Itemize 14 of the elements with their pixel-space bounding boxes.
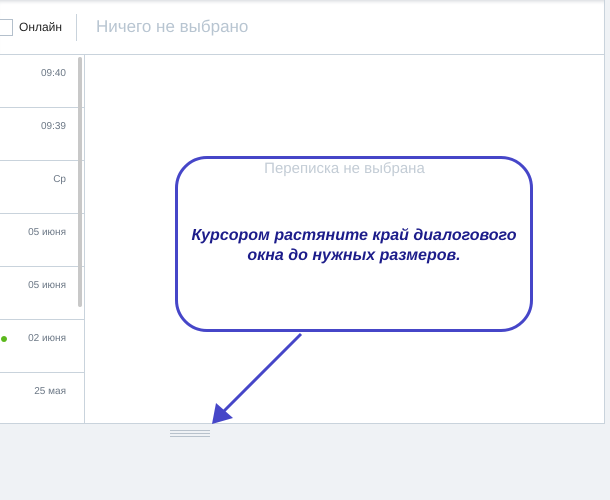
empty-state-text: Переписка не выбрана (264, 160, 425, 178)
scrollbar[interactable] (78, 57, 82, 307)
conversation-time: 09:39 (40, 121, 66, 132)
conversation-time: 25 мая (34, 386, 66, 397)
conversation-time: Ср (53, 174, 66, 185)
conversation-time: 05 июня (28, 280, 66, 291)
conversation-time: 09:40 (40, 68, 66, 79)
checkbox[interactable] (0, 18, 13, 36)
conversation-time: 02 июня (28, 333, 66, 344)
conversation-time: 05 июня (28, 227, 66, 238)
callout-text: Курсором растяните край диалогового окна до нужных размеров. (190, 226, 518, 266)
resize-grip-icon[interactable] (170, 429, 210, 437)
selection-title: Ничего не выбрано (96, 17, 248, 37)
online-label: Онлайн (19, 20, 62, 34)
